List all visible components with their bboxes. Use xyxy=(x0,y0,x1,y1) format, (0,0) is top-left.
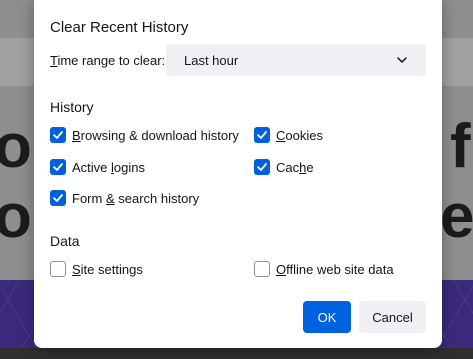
offline-data-label[interactable]: Offline web site data xyxy=(276,262,394,277)
form-search-history-checkbox[interactable] xyxy=(50,190,66,206)
offline-data-checkbox[interactable] xyxy=(254,261,270,277)
background-text: e xyxy=(440,182,473,251)
cache-checkbox[interactable] xyxy=(254,159,270,175)
site-settings-label[interactable]: Site settings xyxy=(72,262,143,277)
form-search-history-label[interactable]: Form & search history xyxy=(72,191,199,206)
background-text: o xyxy=(0,182,32,251)
cookies-checkbox[interactable] xyxy=(254,127,270,143)
dialog-title: Clear Recent History xyxy=(50,19,189,36)
clear-history-dialog: Clear Recent History Time range to clear… xyxy=(34,0,442,348)
cancel-button[interactable]: Cancel xyxy=(359,301,426,333)
background-text: o xyxy=(0,112,32,181)
checkmark-icon xyxy=(53,163,63,171)
background-text: f xyxy=(450,112,471,181)
background-footer xyxy=(0,348,473,359)
time-range-label: Time range to clear: xyxy=(50,53,166,68)
active-logins-checkbox[interactable] xyxy=(50,159,66,175)
checkmark-icon xyxy=(53,131,63,139)
checkmark-icon xyxy=(257,163,267,171)
checkmark-icon xyxy=(257,131,267,139)
time-range-value: Last hour xyxy=(184,53,239,68)
cookies-label[interactable]: Cookies xyxy=(276,128,323,143)
active-logins-label[interactable]: Active logins xyxy=(72,160,145,175)
browsing-history-label[interactable]: Browsing & download history xyxy=(72,128,239,143)
chevron-down-icon xyxy=(397,57,407,63)
checkmark-icon xyxy=(53,194,63,202)
cache-label[interactable]: Cache xyxy=(276,160,314,175)
history-section-heading: History xyxy=(50,99,94,115)
browsing-history-checkbox[interactable] xyxy=(50,127,66,143)
site-settings-checkbox[interactable] xyxy=(50,261,66,277)
data-section-heading: Data xyxy=(50,233,80,249)
ok-button[interactable]: OK xyxy=(303,301,351,333)
time-range-select[interactable]: Last hour xyxy=(166,44,426,76)
